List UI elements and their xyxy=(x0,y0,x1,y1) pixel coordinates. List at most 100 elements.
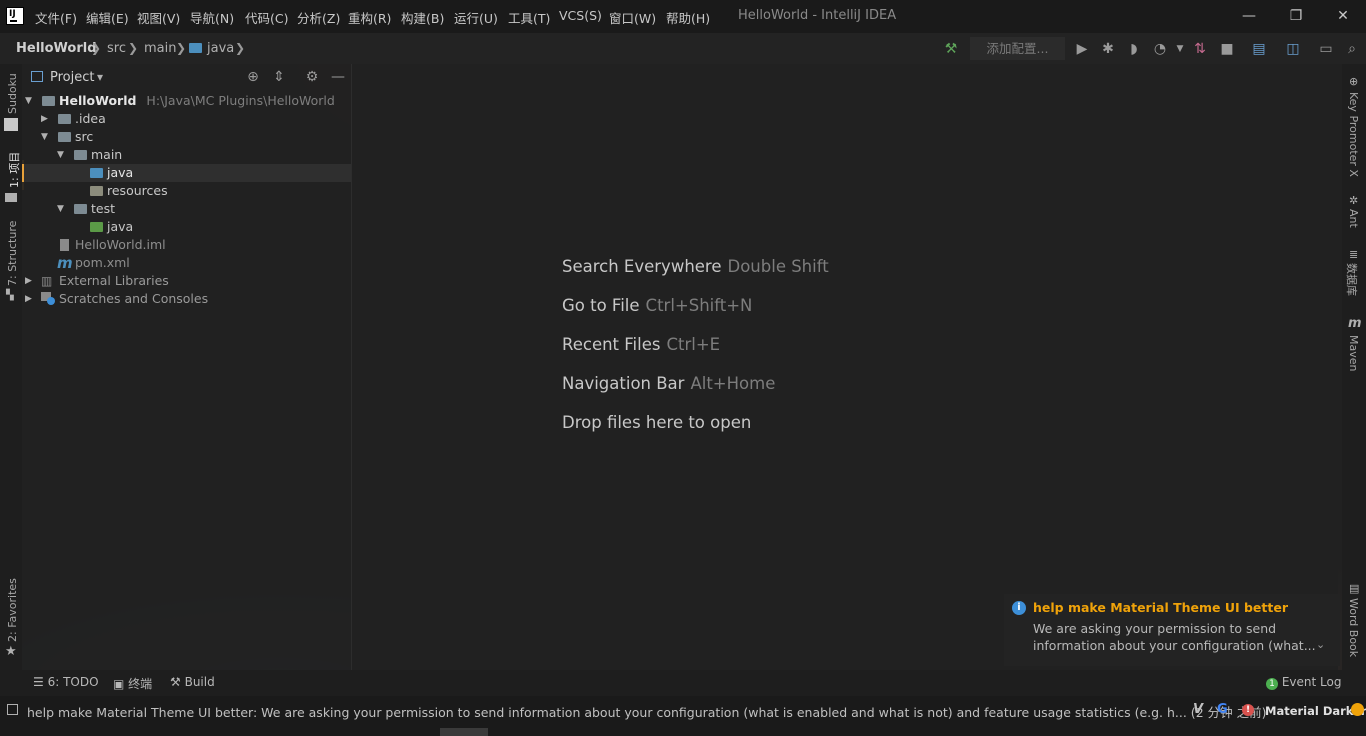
folder-icon xyxy=(5,193,17,202)
gear-icon[interactable]: ⚙ xyxy=(302,67,322,87)
tool-project[interactable]: 1: 项目 xyxy=(6,152,22,188)
tree-item-idea[interactable]: .idea xyxy=(75,110,106,128)
status-message[interactable]: help make Material Theme UI better: We a… xyxy=(27,702,1266,721)
tree-item-root[interactable]: HelloWorld H:\Java\MC Plugins\HelloWorld xyxy=(59,92,335,110)
expand-notification-icon[interactable]: ⌄ xyxy=(1316,638,1325,651)
tool-todo-label: 6: TODO xyxy=(47,675,99,689)
tool-maven[interactable]: Maven xyxy=(1347,335,1360,371)
tool-ant[interactable]: Ant xyxy=(1347,209,1360,228)
tool-todo[interactable]: ☰ 6: TODO xyxy=(33,675,99,689)
menu-code[interactable]: 代码(C) xyxy=(245,8,288,27)
collapse-all-icon[interactable]: ⇕ xyxy=(269,67,289,87)
menu-vcs[interactable]: VCS(S) xyxy=(559,8,602,23)
breadcrumb-main[interactable]: main xyxy=(144,41,176,56)
tool-terminal[interactable]: ▣ 终端 xyxy=(113,675,152,692)
run-icon[interactable]: ▶ xyxy=(1072,39,1092,59)
tool-structure[interactable]: 7: Structure xyxy=(6,221,19,286)
tree-item-resources[interactable]: resources xyxy=(107,182,168,200)
tool-database[interactable]: 数据库 xyxy=(1344,263,1360,296)
tree-item-test[interactable]: test xyxy=(91,200,115,218)
resources-folder-icon xyxy=(90,186,103,196)
menu-analyze[interactable]: 分析(Z) xyxy=(297,8,340,27)
expand-arrow-icon[interactable]: ▼ xyxy=(41,132,48,142)
breadcrumb-project[interactable]: HelloWorld xyxy=(16,41,97,56)
expand-arrow-icon[interactable]: ▶ xyxy=(25,276,32,286)
project-structure-icon[interactable]: ▤ xyxy=(1249,39,1269,59)
folder-icon xyxy=(74,204,87,214)
breadcrumb-src[interactable]: src xyxy=(107,41,126,56)
error-icon[interactable]: ! xyxy=(1242,704,1254,716)
hint-shortcut: Alt+Home xyxy=(690,374,776,393)
expand-arrow-icon[interactable]: ▶ xyxy=(25,294,32,304)
theme-accent-dot[interactable] xyxy=(1351,703,1364,716)
structure-icon: ▚ xyxy=(6,290,14,301)
expand-arrow-icon[interactable]: ▶ xyxy=(41,114,48,124)
tree-item-scratches[interactable]: Scratches and Consoles xyxy=(59,290,208,308)
editor-empty-area[interactable] xyxy=(352,64,1338,670)
folder-icon xyxy=(189,43,202,53)
menu-edit[interactable]: 编辑(E) xyxy=(86,8,129,27)
google-icon[interactable]: G xyxy=(1217,702,1228,717)
debug-icon[interactable]: ✱ xyxy=(1098,39,1118,59)
menu-refactor[interactable]: 重构(R) xyxy=(348,8,391,27)
hint-shortcut: Double Shift xyxy=(727,257,829,276)
tree-item-pom[interactable]: pom.xml xyxy=(75,254,130,272)
toggle-tool-windows-icon[interactable] xyxy=(7,704,18,715)
expand-arrow-icon[interactable]: ▼ xyxy=(57,150,64,160)
minimize-button[interactable]: — xyxy=(1234,5,1264,27)
profile-icon[interactable]: ◔ xyxy=(1150,39,1170,59)
restore-button[interactable]: ❐ xyxy=(1281,5,1311,27)
build-hammer-icon[interactable]: ⚒ xyxy=(941,39,961,59)
tree-item-test-java[interactable]: java xyxy=(107,218,133,236)
hint-shortcut: Ctrl+E xyxy=(666,335,721,354)
tool-word-book[interactable]: Word Book xyxy=(1347,598,1360,657)
tool-build[interactable]: ⚒ Build xyxy=(170,675,215,689)
translate-icon[interactable]: ◫ xyxy=(1283,39,1303,59)
tool-event-log[interactable]: 1 Event Log xyxy=(1266,675,1341,690)
stop-icon[interactable]: ■ xyxy=(1217,39,1237,59)
breadcrumb-java[interactable]: java xyxy=(207,41,234,56)
menu-file[interactable]: 文件(F) xyxy=(35,8,77,27)
attach-debugger-icon[interactable]: ⇅ xyxy=(1190,39,1210,59)
coverage-icon[interactable]: ◗ xyxy=(1124,39,1144,59)
project-tool-window xyxy=(22,64,352,670)
menu-help[interactable]: 帮助(H) xyxy=(666,8,710,27)
menu-build[interactable]: 构建(B) xyxy=(401,8,444,27)
tool-favorites[interactable]: 2: Favorites xyxy=(6,578,19,642)
menu-tools[interactable]: 工具(T) xyxy=(508,8,550,27)
tree-item-iml[interactable]: HelloWorld.iml xyxy=(75,236,166,254)
tree-item-src[interactable]: src xyxy=(75,128,93,146)
tree-item-main[interactable]: main xyxy=(91,146,122,164)
chevron-down-icon[interactable]: ▾ xyxy=(97,70,103,84)
chevron-down-icon[interactable]: ▼ xyxy=(1170,39,1190,59)
menu-window[interactable]: 窗口(W) xyxy=(609,8,656,27)
presentation-icon[interactable]: ▭ xyxy=(1316,39,1336,59)
hint-navigation-bar: Navigation Bar Alt+Home xyxy=(562,374,775,393)
expand-arrow-icon[interactable]: ▼ xyxy=(57,204,64,214)
scratches-icon xyxy=(41,292,55,305)
source-folder-icon xyxy=(90,168,103,178)
tool-key-promoter[interactable]: Key Promoter X xyxy=(1347,92,1360,177)
vim-icon[interactable]: V xyxy=(1193,702,1203,717)
search-icon[interactable]: ⌕ xyxy=(1342,39,1362,59)
tree-item-main-java[interactable]: java xyxy=(107,164,133,182)
iml-file-icon xyxy=(60,239,69,251)
expand-arrow-icon[interactable]: ▼ xyxy=(25,96,32,106)
tree-item-external-libraries[interactable]: External Libraries xyxy=(59,272,169,290)
locate-file-icon[interactable]: ⊕ xyxy=(243,67,263,87)
menu-run[interactable]: 运行(U) xyxy=(454,8,498,27)
tool-sudoku[interactable]: Sudoku xyxy=(6,73,19,114)
add-configuration-dropdown[interactable]: 添加配置... xyxy=(970,37,1065,60)
module-folder-icon xyxy=(42,96,55,106)
list-icon: ☰ xyxy=(33,675,44,689)
info-icon: i xyxy=(1012,601,1026,615)
menu-navigate[interactable]: 导航(N) xyxy=(190,8,234,27)
close-button[interactable]: ✕ xyxy=(1328,5,1358,27)
menu-view[interactable]: 视图(V) xyxy=(137,8,180,27)
horizontal-scrollbar-thumb[interactable] xyxy=(440,728,488,736)
database-icon: ≣ xyxy=(1349,248,1359,261)
hide-panel-icon[interactable]: — xyxy=(328,67,348,87)
project-view-title[interactable]: Project xyxy=(50,70,94,85)
hint-recent-files: Recent Files Ctrl+E xyxy=(562,335,720,354)
window-title: HelloWorld - IntelliJ IDEA xyxy=(738,8,897,23)
